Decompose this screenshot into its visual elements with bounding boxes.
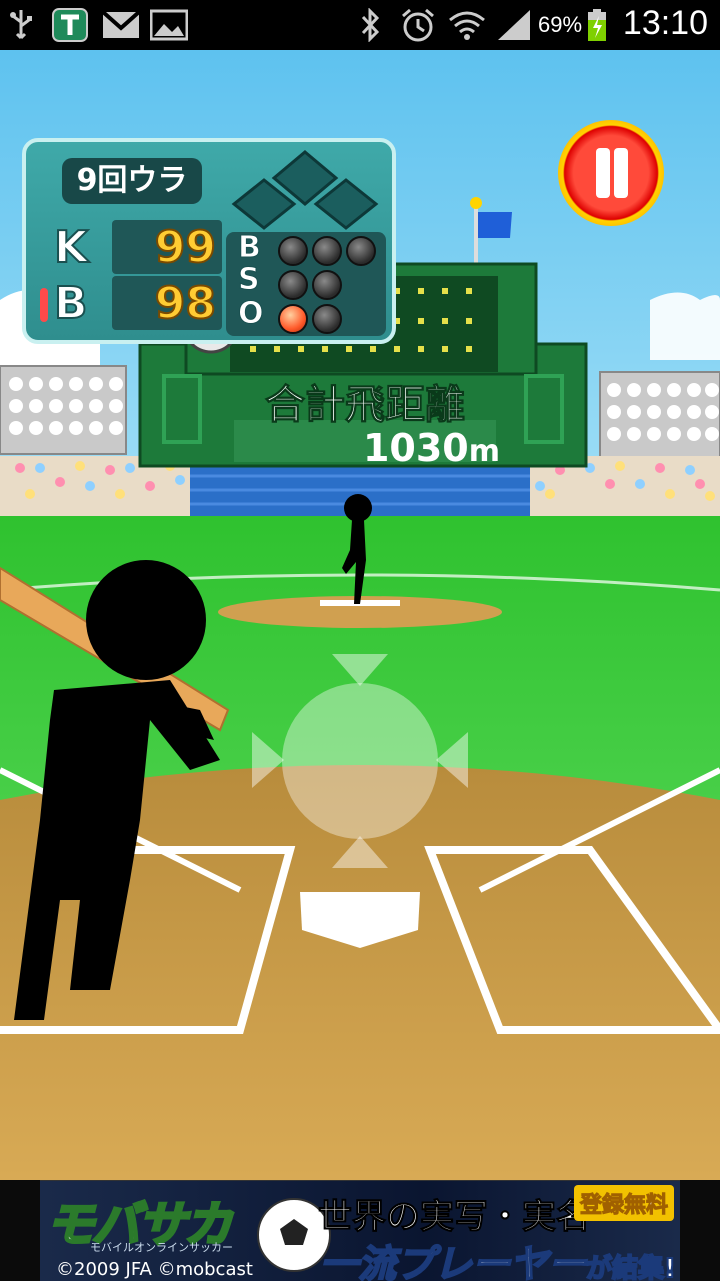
bases-indicator-icon xyxy=(231,150,379,230)
wifi-icon xyxy=(449,11,485,40)
ball-lamp xyxy=(278,236,308,266)
light-tower-left xyxy=(0,365,127,455)
bluetooth-icon xyxy=(361,8,380,42)
status-bar: 69% 13:10 xyxy=(0,0,720,50)
team-letter: B xyxy=(53,277,89,330)
pitcher-silhouette xyxy=(342,494,372,604)
inning-label: 9回ウラ xyxy=(62,158,202,204)
batting-indicator xyxy=(40,288,48,322)
ad-banner[interactable]: モバサカ モバイルオンラインサッカー ©2009 JFA ©mobcast 世界… xyxy=(40,1180,680,1281)
outs-label: O xyxy=(238,296,264,332)
batter-silhouette xyxy=(0,560,230,1020)
strikes-label: S xyxy=(238,262,261,298)
clock: 13:10 xyxy=(622,4,708,42)
distance-value: 1030m xyxy=(300,426,500,470)
pause-button[interactable] xyxy=(558,120,664,226)
signal-icon xyxy=(498,10,530,40)
team-score: 98 xyxy=(154,277,217,330)
distance-label: 合計飛距離 xyxy=(265,382,466,429)
gmail-icon xyxy=(102,10,140,38)
ball-lamp xyxy=(346,236,376,266)
bso-count: B S O xyxy=(226,230,386,336)
balls-label: B xyxy=(238,230,262,266)
battery-percent: 69% xyxy=(538,12,583,37)
score-panel: 9回ウラ K 99 B 98 B S O xyxy=(22,138,396,344)
ball-lamp xyxy=(312,236,342,266)
game-scene[interactable]: 9回ウラ K 99 B 98 B S O 合計飛距離 1030m xyxy=(0,50,720,1180)
usb-icon xyxy=(10,10,32,40)
alarm-icon xyxy=(402,8,434,42)
ad-copyright: ©2009 JFA ©mobcast xyxy=(56,1259,253,1280)
ad-subtitle: モバイルオンラインサッカー xyxy=(90,1241,233,1254)
score-box: 98 xyxy=(112,276,222,330)
light-tower-right xyxy=(599,371,720,459)
strike-lamp xyxy=(278,270,308,300)
team-letter: K xyxy=(53,221,89,274)
gallery-icon xyxy=(150,9,188,41)
pause-icon xyxy=(596,148,610,198)
distance-number: 1030 xyxy=(362,426,469,470)
ad-headline: 世界の実写・実名 xyxy=(318,1197,591,1238)
distance-unit: m xyxy=(468,434,500,469)
ad-headline-2: 一流プレーヤーが結集! xyxy=(319,1241,677,1281)
pause-icon xyxy=(614,148,628,198)
out-lamp xyxy=(278,304,308,334)
ad-badge: 登録無料 xyxy=(573,1185,674,1221)
aim-cursor[interactable] xyxy=(250,650,470,872)
strike-lamp xyxy=(312,270,342,300)
team-row-k: K 99 xyxy=(44,220,224,276)
team-score: 99 xyxy=(154,221,217,274)
out-lamp xyxy=(312,304,342,334)
app-t-icon xyxy=(52,8,88,42)
battery-charging-icon xyxy=(588,9,606,41)
score-box: 99 xyxy=(112,220,222,274)
team-row-b: B 98 xyxy=(40,276,224,332)
